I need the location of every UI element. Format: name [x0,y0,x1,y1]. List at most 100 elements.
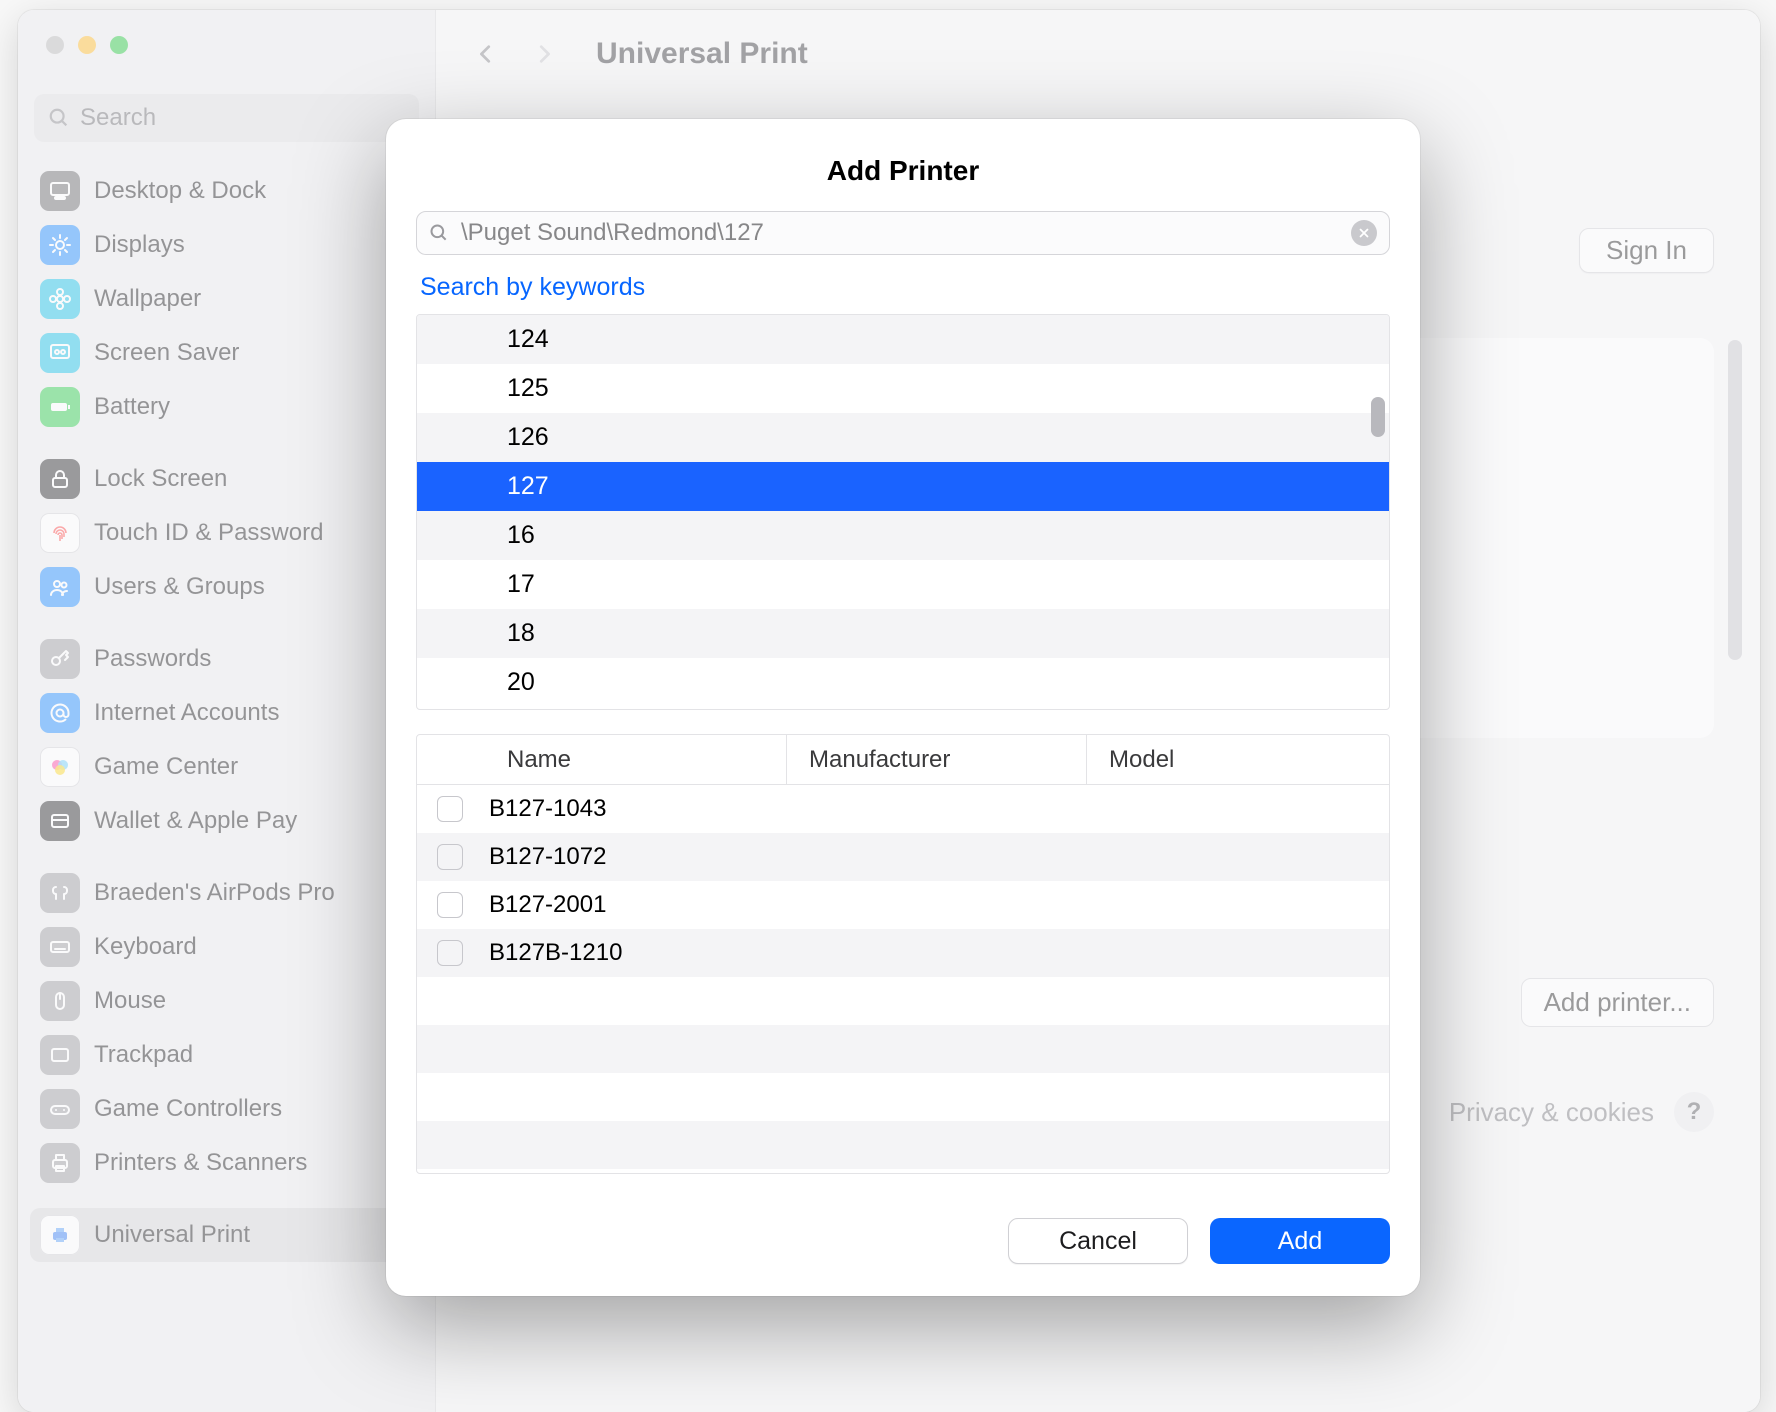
location-row[interactable]: 18 [417,609,1389,658]
location-row[interactable]: 127 [417,462,1389,511]
printer-checkbox[interactable] [437,940,463,966]
col-manufacturer-header[interactable]: Manufacturer [787,735,1087,784]
sidebar-item-label: Keyboard [94,933,197,961]
sidebar-item[interactable]: Battery [30,380,423,434]
page-title: Universal Print [596,37,808,71]
battery-icon [40,387,80,427]
window-controls [18,10,435,54]
location-row[interactable]: 20 [417,658,1389,707]
search-icon [429,223,449,243]
printer-checkbox[interactable] [437,796,463,822]
printer-row[interactable]: B127-2001 [417,881,1389,929]
sidebar-item[interactable]: Braeden's AirPods Pro [30,866,423,920]
sidebar-item-label: Wallpaper [94,285,201,313]
location-row[interactable]: 124 [417,315,1389,364]
sidebar-search-placeholder: Search [80,104,156,132]
sidebar-item-label: Internet Accounts [94,699,279,727]
printer-search-input[interactable] [461,219,1339,247]
printer-row[interactable]: B127-1072 [417,833,1389,881]
gamecenter-icon [40,747,80,787]
sidebar-item-label: Trackpad [94,1041,193,1069]
col-model-header[interactable]: Model [1087,735,1389,784]
sidebar-item[interactable]: Wallpaper [30,272,423,326]
zoom-window-button[interactable] [110,36,128,54]
trackpad-icon [40,1035,80,1075]
search-by-keywords-link[interactable]: Search by keywords [386,255,1420,314]
sidebar-item[interactable]: Screen Saver [30,326,423,380]
table-header: Name Manufacturer Model [417,735,1389,785]
uprint-icon [40,1215,80,1255]
dialog-actions: Cancel Add [386,1186,1420,1296]
printer-name: B127B-1210 [489,939,1389,967]
sidebar-item[interactable]: Game Controllers [30,1082,423,1136]
main-header: Universal Print [436,10,1760,98]
screensaver-icon [40,333,80,373]
sign-in-button[interactable]: Sign In [1579,228,1714,273]
sidebar-item-label: Game Center [94,753,238,781]
minimize-window-button[interactable] [78,36,96,54]
sidebar-item-label: Universal Print [94,1221,250,1249]
users-icon [40,567,80,607]
lock-icon [40,459,80,499]
printer-row-empty [417,1025,1389,1073]
add-printer-dialog: Add Printer Search by keywords 124125126… [386,119,1420,1296]
location-list: 12412512612716171820 [416,314,1390,710]
sidebar-item-label: Users & Groups [94,573,265,601]
printer-name: B127-1043 [489,795,1389,823]
mouse-icon [40,981,80,1021]
sidebar-item[interactable]: Printers & Scanners [30,1136,423,1190]
grid-icon [40,171,80,211]
location-row[interactable]: 125 [417,364,1389,413]
forward-button[interactable] [528,33,560,75]
printer-row-empty [417,1073,1389,1121]
printer-checkbox[interactable] [437,892,463,918]
sidebar-item[interactable]: Desktop & Dock [30,164,423,218]
footer-row: Privacy & cookies ? [1449,1092,1714,1132]
sidebar-item[interactable]: Users & Groups [30,560,423,614]
printer-search-field[interactable] [416,211,1390,255]
sidebar-item[interactable]: Wallet & Apple Pay [30,794,423,848]
sidebar-item[interactable]: Passwords [30,632,423,686]
close-window-button[interactable] [46,36,64,54]
content-scrollbar[interactable] [1728,340,1742,690]
printer-checkbox[interactable] [437,844,463,870]
col-name-header[interactable]: Name [417,735,787,784]
printer-icon [40,1143,80,1183]
sidebar-item-label: Lock Screen [94,465,227,493]
dialog-title: Add Printer [386,119,1420,211]
location-row[interactable]: 16 [417,511,1389,560]
sidebar-search[interactable]: Search [34,94,419,142]
privacy-link[interactable]: Privacy & cookies [1449,1097,1654,1128]
sidebar-item[interactable]: Trackpad [30,1028,423,1082]
table-body: B127-1043 B127-1072 B127-2001 B127B-1210 [417,785,1389,1169]
location-row[interactable]: 126 [417,413,1389,462]
location-list-scrollbar[interactable] [1371,397,1385,437]
sidebar-item[interactable]: Game Center [30,740,423,794]
search-icon [48,107,80,129]
cancel-button[interactable]: Cancel [1008,1218,1188,1264]
sidebar-item[interactable]: Keyboard [30,920,423,974]
printer-row[interactable]: B127-1043 [417,785,1389,833]
airpods-icon [40,873,80,913]
sidebar-item-label: Screen Saver [94,339,239,367]
sidebar-item-label: Braeden's AirPods Pro [94,879,335,907]
sidebar-item-label: Passwords [94,645,211,673]
add-printer-button[interactable]: Add printer... [1521,978,1714,1027]
clear-search-button[interactable] [1351,220,1377,246]
printer-name: B127-1072 [489,843,1389,871]
sidebar-item[interactable]: Displays [30,218,423,272]
printer-row[interactable]: B127B-1210 [417,929,1389,977]
location-row[interactable]: 17 [417,560,1389,609]
sidebar: Search Desktop & DockDisplays Wallpaper Sc… [18,10,436,1412]
sidebar-item[interactable]: Universal Print [30,1208,423,1262]
sidebar-item-label: Game Controllers [94,1095,282,1123]
back-button[interactable] [470,33,502,75]
sidebar-item-label: Printers & Scanners [94,1149,307,1177]
sidebar-item[interactable]: Internet Accounts [30,686,423,740]
help-button[interactable]: ? [1674,1092,1714,1132]
key-icon [40,639,80,679]
sidebar-item[interactable]: Mouse [30,974,423,1028]
sidebar-item[interactable]: Lock Screen [30,452,423,506]
sidebar-item[interactable]: Touch ID & Password [30,506,423,560]
add-button[interactable]: Add [1210,1218,1390,1264]
